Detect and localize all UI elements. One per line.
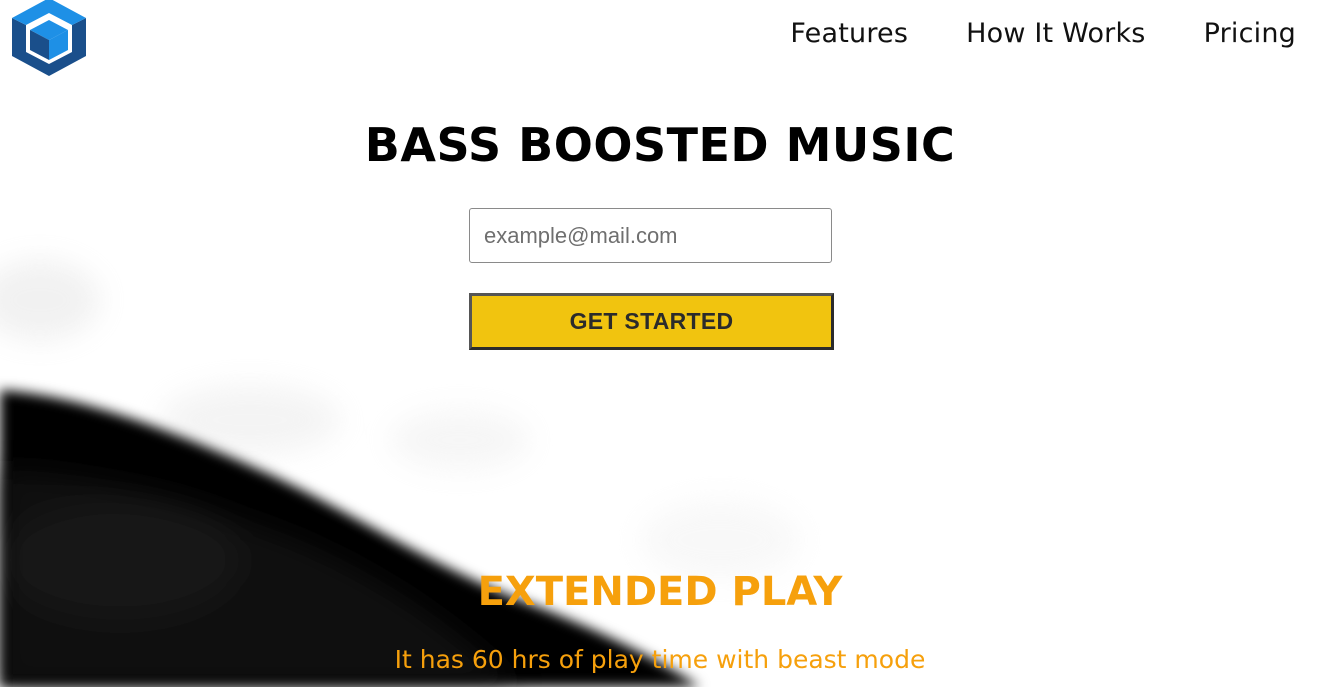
email-input[interactable]	[469, 208, 832, 263]
feature-title: EXTENDED PLAY	[477, 569, 843, 615]
nav-link-pricing[interactable]: Pricing	[1204, 14, 1296, 54]
nav-link-how-it-works[interactable]: How It Works	[966, 14, 1145, 54]
site-header: Features How It Works Pricing	[0, 0, 1320, 80]
hero-title: BASS BOOSTED MUSIC	[364, 118, 956, 172]
get-started-button[interactable]: GET STARTED	[469, 293, 834, 350]
nav-link-features[interactable]: Features	[790, 14, 908, 54]
hero-section: BASS BOOSTED MUSIC	[0, 108, 1320, 182]
landing-page: Features How It Works Pricing BASS BOOST…	[0, 0, 1320, 687]
feature-section: EXTENDED PLAY It has 60 hrs of play time…	[0, 560, 1320, 682]
main-nav: Features How It Works Pricing	[732, 14, 1296, 54]
feature-description: It has 60 hrs of play time with beast mo…	[394, 645, 926, 674]
cube-icon[interactable]	[6, 0, 92, 78]
